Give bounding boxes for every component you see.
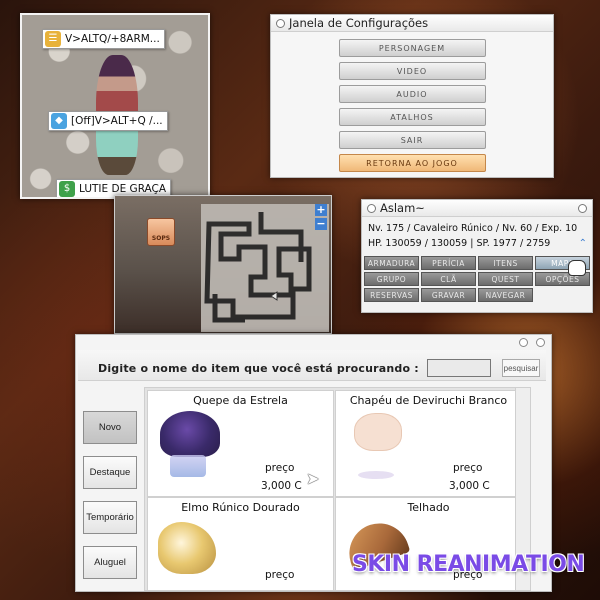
config-titlebar[interactable]: Janela de Configurações (271, 15, 553, 32)
config-button-return[interactable]: RETORNA AO JOGO (338, 154, 486, 172)
status-menu-grid: ARMADURA PERÍCIA ITENS MAPA GRUPO CLÃ QU… (364, 256, 590, 302)
menu-reservas[interactable]: RESERVAS (364, 288, 419, 302)
map-layout-icon (204, 212, 312, 323)
search-button[interactable]: pesquisar (502, 359, 540, 377)
character-name: Aslam~ (380, 201, 425, 215)
chat-label-text: LUTIE DE GRAÇA (79, 183, 167, 195)
menu-grupo[interactable]: GRUPO (364, 272, 419, 286)
mouse-cursor-icon: ➤ (306, 469, 320, 488)
config-button-video[interactable]: VIDEO (338, 62, 486, 80)
search-bar: Digite o nome do item que você está proc… (78, 350, 546, 381)
window-dot-icon[interactable] (276, 19, 285, 28)
golden-helm-image (158, 522, 216, 574)
category-temporario[interactable]: Temporário (83, 501, 137, 534)
zoom-out-icon[interactable]: − (315, 218, 327, 230)
window-dot-right-icon[interactable] (578, 204, 587, 213)
item-name: Chapéu de Deviruchi Branco (349, 394, 508, 407)
money-bag-icon: $ (59, 181, 75, 197)
item-card-elmo[interactable]: Elmo Rúnico Dourado preço (147, 497, 334, 590)
item-name: Telhado (407, 501, 450, 514)
character-status-window: Aslam~ Nv. 175 / Cavaleiro Rúnico / Nv. … (361, 199, 593, 313)
zoom-in-icon[interactable]: + (315, 204, 327, 216)
menu-cla[interactable]: CLÃ (421, 272, 476, 286)
category-panel: Novo Destaque Temporário Aluguel (78, 385, 138, 589)
menu-navegar[interactable]: NAVEGAR (478, 288, 533, 302)
star-cap-image (160, 411, 220, 457)
price-value: 3,000 C (449, 480, 490, 492)
menu-pericia[interactable]: PERÍCIA (421, 256, 476, 270)
hat-shadow-image (358, 471, 394, 479)
config-button-audio[interactable]: AUDIO (338, 85, 486, 103)
cursor-hand-icon (568, 260, 586, 276)
config-button-sair[interactable]: SAIR (338, 131, 486, 149)
price-label: preço (265, 569, 295, 581)
minimap-panel[interactable]: SOPS + − (114, 195, 332, 334)
chat-label-2[interactable]: ◆ [Off]V>ALT+Q /... (48, 111, 168, 131)
status-titlebar[interactable]: Aslam~ (362, 200, 592, 217)
item-name: Elmo Rúnico Dourado (181, 501, 300, 514)
ribbon-image (170, 455, 206, 477)
price-value: 3,000 C (261, 480, 302, 492)
menu-quest[interactable]: QUEST (478, 272, 533, 286)
hp-sp-line: HP. 130059 / 130059 | SP. 1977 / 2759 (368, 238, 551, 249)
menu-gravar[interactable]: GRAVAR (421, 288, 476, 302)
price-label: preço (453, 462, 483, 474)
shop-window-controls (519, 338, 545, 347)
sops-badge[interactable]: SOPS (147, 218, 175, 246)
chat-label-1[interactable]: ☰ V>ALTQ/+8ARM... (42, 29, 165, 49)
tag-icon: ◆ (51, 113, 67, 129)
category-destaque[interactable]: Destaque (83, 456, 137, 489)
category-novo[interactable]: Novo (83, 411, 137, 444)
deviruchi-hat-image (354, 413, 402, 451)
minimap-map[interactable] (201, 204, 329, 332)
scroll-icon: ☰ (45, 31, 61, 47)
game-scene[interactable]: ☰ V>ALTQ/+8ARM... ◆ [Off]V>ALT+Q /... $ … (20, 13, 210, 199)
item-name: Quepe da Estrela (193, 394, 288, 407)
window-dot-icon[interactable] (519, 338, 528, 347)
config-button-personagem[interactable]: PERSONAGEM (338, 39, 486, 57)
config-window: Janela de Configurações PERSONAGEM VIDEO… (270, 14, 554, 178)
window-dot-icon[interactable] (367, 204, 376, 213)
price-label: preço (265, 462, 295, 474)
chat-label-text: [Off]V>ALT+Q /... (71, 115, 163, 127)
item-card-chapeu[interactable]: Chapéu de Deviruchi Branco preço 3,000 C (335, 390, 522, 497)
chat-label-text: V>ALTQ/+8ARM... (65, 33, 160, 45)
category-aluguel[interactable]: Aluguel (83, 546, 137, 579)
search-prompt: Digite o nome do item que você está proc… (98, 362, 419, 375)
menu-armadura[interactable]: ARMADURA (364, 256, 419, 270)
level-class-line: Nv. 175 / Cavaleiro Rúnico / Nv. 60 / Ex… (368, 223, 578, 234)
sops-badge-text: SOPS (151, 235, 171, 242)
config-title: Janela de Configurações (289, 16, 429, 30)
window-dot-icon[interactable] (536, 338, 545, 347)
search-input[interactable] (427, 359, 491, 377)
menu-itens[interactable]: ITENS (478, 256, 533, 270)
config-button-atalhos[interactable]: ATALHOS (338, 108, 486, 126)
brand-watermark: SKIN REANIMATION (352, 552, 585, 577)
collapse-chevron-icon[interactable]: ⌃ (579, 238, 587, 249)
